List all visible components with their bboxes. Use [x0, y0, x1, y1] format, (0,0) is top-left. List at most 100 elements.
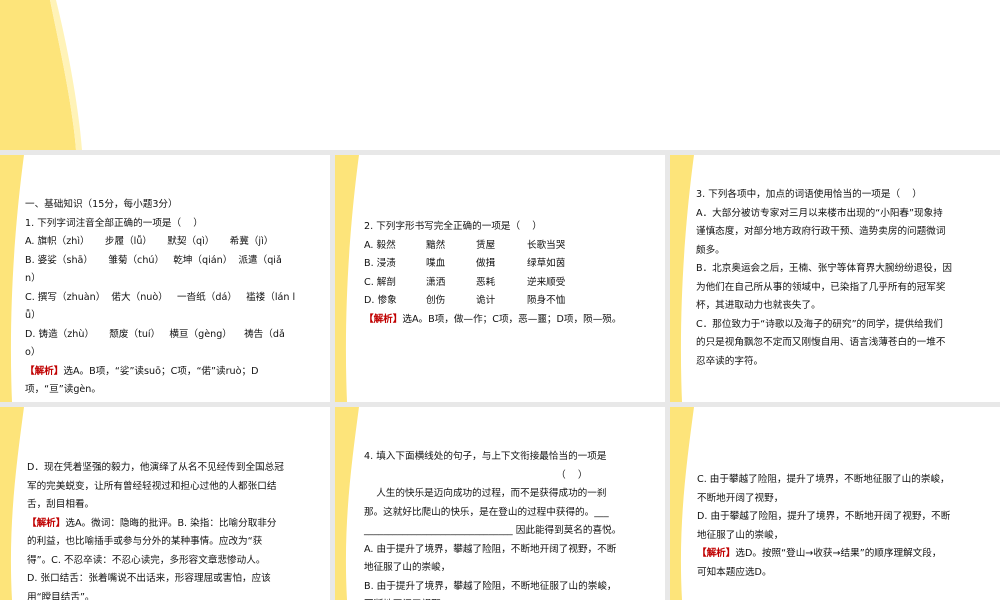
line-text: 杯，其进取动力也就丧失了。 — [696, 300, 821, 311]
line-text: 舌，刮目相看。 — [27, 499, 95, 510]
line-text: A. 由于提升了境界，攀越了险阻，不断地开阔了视野，不断 — [364, 543, 617, 555]
text-line: 一、基础知识（15分，每小题3分） — [25, 196, 295, 215]
text-line: 忍卒读的字符。 — [696, 353, 952, 372]
slide-thumbnail-1[interactable] — [0, 0, 1000, 150]
text-line: B. 婆娑（shā） 雏菊（chú） 乾坤（qián） 派遣（qiǎ — [25, 252, 295, 271]
line-text: C．那位致力于“诗歌以及海子的研究”的同学，提供给我们 — [696, 318, 943, 330]
text-line: D. 惨象 创伤 诡计 陨身不恤 — [364, 292, 621, 311]
line-text: 选D。按照“登山→收获→结果”的顺序理解文段， — [735, 548, 942, 559]
slide-thumbnail-6[interactable]: 4. 填入下面横线处的句子，与上下文衔接最恰当的一项是 （ ） 人生的快乐是迈向… — [335, 407, 665, 600]
text-line: 人生的快乐是迈向成功的过程，而不是获得成功的一刹 — [364, 485, 621, 504]
option-cell: C. 解剖 — [364, 276, 396, 288]
line-text: D. 由于攀越了险阻，提升了境界，不断地开阔了视野，不断 — [697, 511, 951, 522]
text-line: 不断地开阔了视野， — [697, 490, 950, 509]
line-text: 1. 下列字词注音全部正确的一项是（ ） — [25, 217, 203, 229]
option-cell: 潇洒 — [426, 276, 446, 288]
line-text: 选A。微词：隐晦的批评。B. 染指：比喻分取非分 — [65, 517, 277, 529]
analysis-tag: 【解析】 — [27, 517, 66, 529]
text-line: 可知本题应选D。 — [697, 564, 950, 583]
line-text: 选A。B项，“娑”读suō；C项，“偌”读ruò；D — [63, 365, 259, 377]
line-text: 选A。B项，做—作；C项，恶—噩；D项，陨—殒。 — [402, 313, 622, 325]
text-line: ǚ） — [25, 307, 295, 326]
analysis-line: 【解析】选A。微词：隐晦的批评。B. 染指：比喻分取非分 — [27, 515, 284, 534]
option-cell: 诡计 — [476, 295, 496, 306]
text-line: 的只是视角飘忽不定而又刚愎自用、语言浅薄苍白的一堆不 — [696, 334, 952, 353]
text-line: 那。这就好比爬山的快乐，是在登山的过程中获得的。___ — [364, 504, 621, 523]
slide-thumbnail-4[interactable]: 3. 下列各项中，加点的词语使用恰当的一项是（ ） A．大部分被访专家对三月以来楼… — [670, 155, 1000, 402]
line-text: 2. 下列字形书写完全正确的一项是（ ） — [364, 221, 542, 232]
text-line: D. 由于攀越了险阻，提升了境界，不断地开阔了视野，不断 — [697, 508, 950, 527]
option-cell: 创伤 — [426, 295, 446, 306]
yellow-swoosh-decoration — [335, 407, 359, 600]
text-line: A. 毅然 黯然 赁屋 长歌当哭 — [364, 237, 621, 256]
option-cell: 绿草如茵 — [527, 258, 566, 269]
analysis-line: 【解析】选A。B项，做—作；C项，恶—噩；D项，陨—殒。 — [364, 311, 621, 330]
line-text: o） — [25, 347, 41, 358]
line-text: 的利益，也比喻插手或参与分外的某种事情。应改为“获 — [27, 536, 263, 547]
line-text: A. 旗帜（zhì） 步履（lǚ） 默契（qì） 希冀（jì） — [25, 236, 274, 247]
yellow-swoosh-decoration — [670, 407, 694, 600]
text-line: 项，“亘”读gèn。 — [25, 381, 295, 400]
line-text: 项，“亘”读gèn。 — [25, 384, 101, 395]
text-line: 为他们在自己所从事的领域中，已染指了几乎所有的冠军奖 — [696, 279, 952, 298]
text-line: B．北京奥运会之后，王楠、张宁等体育界大腕纷纷退役，因 — [696, 260, 952, 279]
slide-thumbnail-2[interactable]: 一、基础知识（15分，每小题3分） 1. 下列字词注音全部正确的一项是（ ） A. … — [0, 155, 330, 402]
option-cell: 做揖 — [476, 258, 496, 269]
line-text: 3. 下列各项中，加点的词语使用恰当的一项是（ ） — [696, 189, 922, 200]
line-text: C. 撰写（zhuàn） 偌大（nuò） 一沓纸（dá） 褴褛（lán l — [25, 291, 296, 303]
text-line: A. 旗帜（zhì） 步履（lǚ） 默契（qì） 希冀（jì） — [25, 233, 295, 252]
line-text: 不断地开阔了视野， — [697, 492, 784, 504]
option-cell: 恶耗 — [476, 276, 496, 288]
text-line: B. 由于提升了境界，攀越了险阻，不断地征服了山的崇峻， — [364, 578, 621, 597]
line-text: 一、基础知识（15分，每小题3分） — [25, 199, 178, 210]
line-text: 谨慎态度，对部分地方政府行政干预、造势卖房的问题微词 — [696, 226, 946, 237]
line-text: 可知本题应选D。 — [697, 566, 772, 578]
text-line: A．大部分被访专家对三月以来楼市出现的“小阳春”现象持 — [696, 205, 952, 224]
text-line: （ ） — [364, 467, 621, 486]
line-text: _______________________________ 因此能得到莫名的… — [364, 525, 622, 536]
text-line: _______________________________ 因此能得到莫名的… — [364, 522, 621, 541]
text-line: 1. 下列字词注音全部正确的一项是（ ） — [25, 215, 295, 234]
line-text: 地征服了山的崇峻， — [364, 562, 451, 573]
line-text: 4. 填入下面横线处的句子，与上下文衔接最恰当的一项是 — [364, 451, 607, 462]
text-line: D. 铸造（zhù） 颓废（tuí） 横亘（gèng） 祷告（dǎ — [25, 326, 295, 345]
text-line: n） — [25, 270, 295, 289]
text-line: 地征服了山的崇峻， — [697, 527, 950, 546]
text-line: 的利益，也比喻插手或参与分外的某种事情。应改为“获 — [27, 533, 284, 552]
text-line: C. 由于攀越了险阻，提升了境界，不断地征服了山的崇峻， — [697, 471, 950, 490]
analysis-line: 【解析】选D。按照“登山→收获→结果”的顺序理解文段， — [697, 545, 950, 564]
slide-thumbnail-3[interactable]: 2. 下列字形书写完全正确的一项是（ ） A. 毅然 黯然 赁屋 长歌当哭 B. 浸渍 喋血… — [335, 155, 665, 402]
text-line: 军的完美蜕变，让所有曾经轻视过和担心过他的人都张口结 — [27, 478, 284, 497]
slide-text: 3. 下列各项中，加点的词语使用恰当的一项是（ ） A．大部分被访专家对三月以来楼… — [696, 186, 952, 371]
line-text: 为他们在自己所从事的领域中，已染指了几乎所有的冠军奖 — [696, 281, 946, 293]
line-text: 得”。C. 不忍卒读：不忍心读完，多形容文章悲惨动人。 — [27, 554, 266, 566]
line-text: D. 铸造（zhù） 颓废（tuí） 横亘（gèng） 祷告（dǎ — [25, 328, 285, 340]
slide-thumbnail-7[interactable]: C. 由于攀越了险阻，提升了境界，不断地征服了山的崇峻， 不断地开阔了视野， D. … — [670, 407, 1000, 600]
slide-text: 一、基础知识（15分，每小题3分） 1. 下列字词注音全部正确的一项是（ ） A. … — [25, 196, 295, 400]
text-line: 得”。C. 不忍卒读：不忍心读完，多形容文章悲惨动人。 — [27, 552, 284, 571]
line-text: D. 张口结舌：张着嘴说不出话来，形容理屈或害怕，应该 — [27, 573, 271, 584]
slide-thumbnail-5[interactable]: D．现在凭着坚强的毅力，他演绎了从名不见经传到全国总冠 军的完美蜕变，让所有曾经轻… — [0, 407, 330, 600]
analysis-tag: 【解析】 — [25, 365, 64, 377]
line-text: D．现在凭着坚强的毅力，他演绎了从名不见经传到全国总冠 — [27, 462, 284, 473]
option-cell: A. 毅然 — [364, 239, 396, 251]
slide-text: 4. 填入下面横线处的句子，与上下文衔接最恰当的一项是 （ ） 人生的快乐是迈向… — [364, 448, 621, 600]
option-cell: 喋血 — [426, 258, 446, 269]
text-line: C．那位致力于“诗歌以及海子的研究”的同学，提供给我们 — [696, 316, 952, 335]
text-line: B. 浸渍 喋血 做揖 绿草如茵 — [364, 255, 621, 274]
text-line: o） — [25, 344, 295, 363]
text-line: 2. 下列字形书写完全正确的一项是（ ） — [364, 218, 621, 237]
option-cell: 黯然 — [426, 239, 446, 251]
text-line: A. 由于提升了境界，攀越了险阻，不断地开阔了视野，不断 — [364, 541, 621, 560]
slide-text: 2. 下列字形书写完全正确的一项是（ ） A. 毅然 黯然 赁屋 长歌当哭 B. 浸渍 喋血… — [364, 218, 621, 329]
analysis-tag: 【解析】 — [364, 313, 403, 325]
line-text: n） — [25, 273, 41, 284]
text-line: 地征服了山的崇峻， — [364, 559, 621, 578]
text-line: 颇多。 — [696, 242, 952, 261]
line-text: 忍卒读的字符。 — [696, 355, 764, 367]
line-text: 用“瞠目结舌”。 — [27, 591, 95, 600]
line-text: 军的完美蜕变，让所有曾经轻视过和担心过他的人都张口结 — [27, 480, 277, 492]
option-cell: 赁屋 — [476, 239, 496, 251]
text-line: 谨慎态度，对部分地方政府行政干预、造势卖房的问题微词 — [696, 223, 952, 242]
option-cell: 逆来顺受 — [527, 276, 566, 288]
